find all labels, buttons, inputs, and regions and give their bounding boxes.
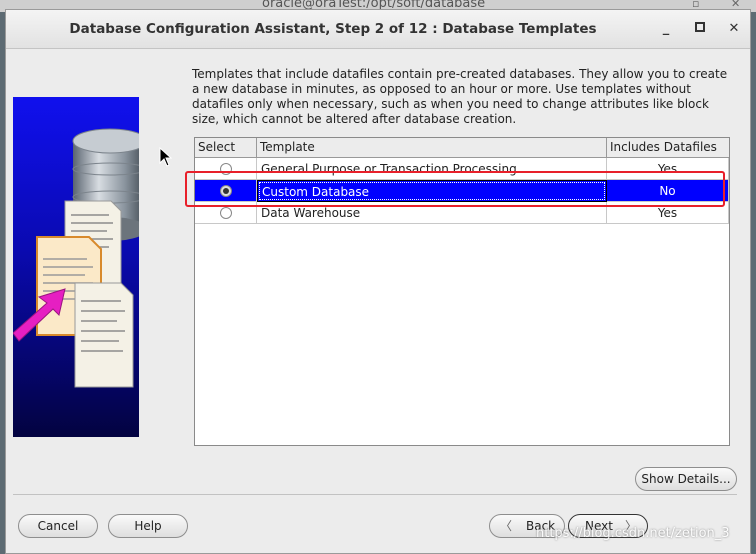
window-titlebar: Database Configuration Assistant, Step 2… (6, 10, 750, 49)
table-header: Select Template Includes Datafiles (195, 138, 729, 158)
maximize-icon[interactable] (691, 20, 709, 38)
templates-description: Templates that include datafiles contain… (192, 67, 728, 126)
column-header-includes-datafiles[interactable]: Includes Datafiles (607, 138, 729, 157)
close-icon[interactable]: ✕ (725, 20, 743, 38)
show-details-button[interactable]: Show Details... (635, 467, 737, 491)
help-button[interactable]: Help (108, 514, 188, 538)
minimize-icon[interactable]: _ (657, 20, 675, 38)
cancel-button[interactable]: Cancel (18, 514, 98, 538)
button-separator (13, 494, 737, 495)
column-header-select[interactable]: Select (195, 138, 257, 157)
template-radio-data-warehouse[interactable] (220, 207, 232, 219)
window-title: Database Configuration Assistant, Step 2… (69, 21, 597, 37)
highlight-annotation (185, 171, 725, 207)
column-header-template[interactable]: Template (257, 138, 607, 157)
mouse-cursor-icon (159, 146, 173, 171)
database-documents-illustration (13, 128, 139, 388)
chevron-left-icon: 〈 (500, 519, 513, 533)
watermark: https://blog.csdn.net/zetion_3 (536, 526, 730, 541)
template-illustration (13, 97, 139, 437)
